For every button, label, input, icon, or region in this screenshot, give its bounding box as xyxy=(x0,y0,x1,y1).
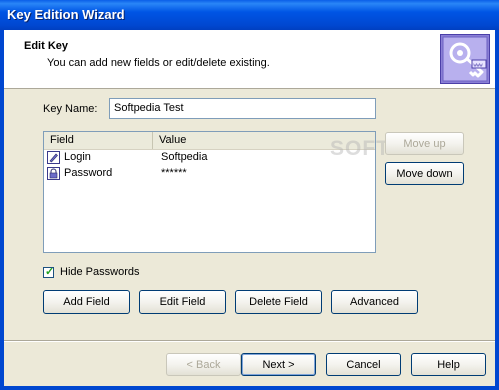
lock-icon xyxy=(47,167,60,180)
hide-passwords-checkbox[interactable]: ✓ xyxy=(43,266,55,278)
delete-field-button[interactable]: Delete Field xyxy=(235,290,322,314)
back-button[interactable]: < Back xyxy=(166,353,241,376)
next-button[interactable]: Next > xyxy=(241,353,316,376)
move-down-button[interactable]: Move down xyxy=(385,162,464,185)
move-up-button[interactable]: Move up xyxy=(385,132,464,155)
hide-passwords-label[interactable]: Hide Passwords xyxy=(60,266,139,278)
column-header-field[interactable]: Field xyxy=(44,132,153,149)
key-name-label: Key Name: xyxy=(43,103,98,115)
window-frame-bottom xyxy=(0,386,499,390)
cancel-button[interactable]: Cancel xyxy=(326,353,401,376)
separator xyxy=(4,340,495,342)
title-bar[interactable]: Key Edition Wizard xyxy=(0,0,499,30)
field-value: ****** xyxy=(161,167,187,179)
field-value: Softpedia xyxy=(161,151,208,163)
window-frame-right xyxy=(495,30,499,390)
wizard-header: Edit Key You can add new fields or edit/… xyxy=(4,30,495,89)
key-wizard-icon: www xyxy=(440,34,490,84)
pen-icon xyxy=(47,151,60,164)
field-name: Login xyxy=(64,151,91,163)
svg-text:www: www xyxy=(474,63,483,69)
advanced-button[interactable]: Advanced xyxy=(331,290,418,314)
fields-list[interactable]: Field Value Login Softpedia Password ***… xyxy=(43,131,376,253)
key-name-input[interactable]: Softpedia Test xyxy=(109,98,376,119)
page-title: Edit Key xyxy=(24,40,69,52)
list-item-login[interactable]: Login Softpedia xyxy=(44,150,375,166)
page-subtitle: You can add new fields or edit/delete ex… xyxy=(47,57,270,69)
field-name: Password xyxy=(64,167,113,179)
edit-field-button[interactable]: Edit Field xyxy=(139,290,226,314)
window-title: Key Edition Wizard xyxy=(7,7,125,22)
add-field-button[interactable]: Add Field xyxy=(43,290,130,314)
list-item-password[interactable]: Password ****** xyxy=(44,166,375,182)
check-icon: ✓ xyxy=(45,266,55,278)
help-button[interactable]: Help xyxy=(411,353,486,376)
list-header: Field Value xyxy=(44,132,375,150)
